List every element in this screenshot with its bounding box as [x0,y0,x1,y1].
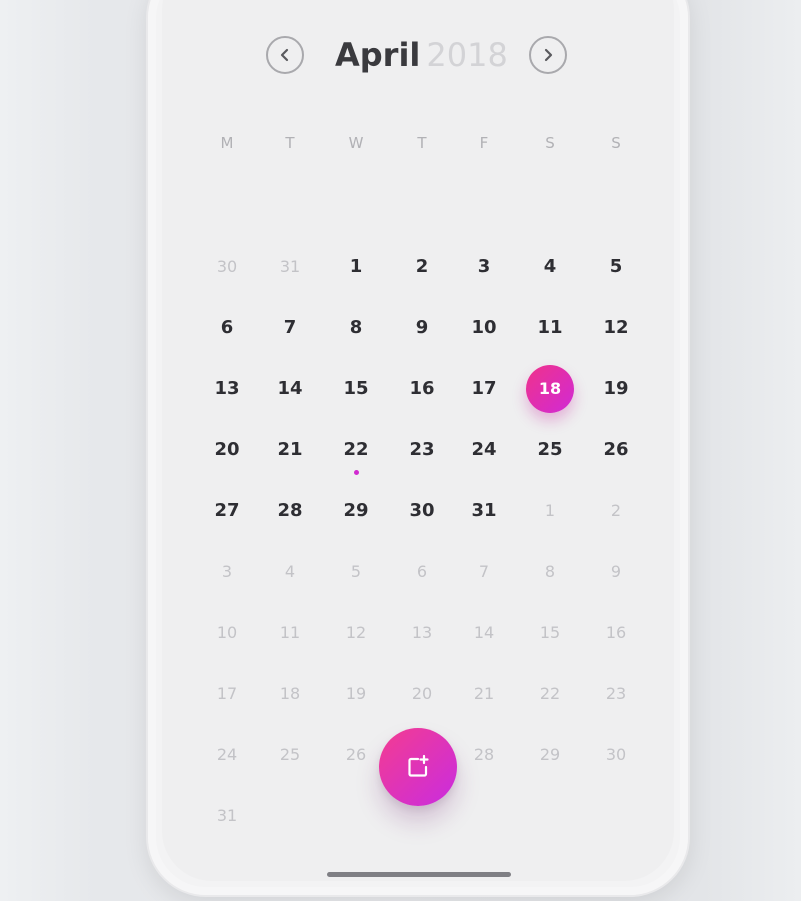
calendar-day[interactable]: 29 [332,496,380,526]
chevron-left-icon [280,48,289,62]
calendar-day[interactable]: 23 [398,435,446,465]
calendar-day[interactable]: 5 [332,557,380,587]
calendar-day[interactable]: 6 [203,313,251,343]
calendar-day[interactable]: 1 [526,496,574,526]
add-event-icon [408,754,429,777]
calendar-header: April 2018 [0,30,801,82]
calendar-day[interactable]: 21 [266,435,314,465]
calendar-day[interactable]: 12 [332,618,380,648]
calendar-day[interactable]: 1 [332,252,380,282]
calendar-day[interactable]: 10 [460,313,508,343]
calendar-day[interactable]: 8 [526,557,574,587]
year-label: 2018 [426,36,508,74]
weekday-label: T [285,134,295,152]
calendar-day[interactable]: 20 [398,679,446,709]
calendar-day[interactable]: 7 [460,557,508,587]
calendar-day[interactable]: 12 [592,313,640,343]
calendar-day[interactable]: 17 [460,374,508,404]
calendar-day[interactable]: 31 [266,252,314,282]
calendar-day[interactable]: 16 [398,374,446,404]
calendar-day[interactable]: 15 [526,618,574,648]
event-indicator-dot [353,470,359,475]
calendar-day[interactable]: 26 [332,740,380,770]
calendar-day[interactable]: 31 [203,801,251,831]
calendar-day[interactable]: 19 [592,374,640,404]
calendar-day[interactable]: 10 [203,618,251,648]
calendar-day[interactable]: 30 [592,740,640,770]
calendar-day[interactable]: 17 [203,679,251,709]
calendar-day[interactable]: 8 [332,313,380,343]
calendar-day[interactable]: 11 [266,618,314,648]
month-label: April [335,36,421,74]
calendar-day[interactable]: 16 [592,618,640,648]
calendar-day[interactable]: 13 [398,618,446,648]
calendar-day[interactable]: 3 [460,252,508,282]
calendar-day[interactable]: 3 [203,557,251,587]
calendar-day[interactable]: 25 [266,740,314,770]
calendar-day[interactable]: 4 [266,557,314,587]
calendar-day[interactable]: 6 [398,557,446,587]
weekday-label: M [220,134,234,152]
chevron-right-icon [544,48,553,62]
calendar-day[interactable]: 31 [460,496,508,526]
calendar-day[interactable]: 29 [526,740,574,770]
calendar-day[interactable]: 30 [398,496,446,526]
next-month-button[interactable] [529,36,567,74]
calendar-day[interactable]: 28 [266,496,314,526]
calendar-day[interactable]: 23 [592,679,640,709]
calendar-day[interactable]: 2 [592,496,640,526]
calendar-day[interactable]: 21 [460,679,508,709]
calendar-day[interactable]: 18 [266,679,314,709]
calendar-day[interactable]: 14 [460,618,508,648]
calendar-day[interactable]: 15 [332,374,380,404]
calendar-day[interactable]: 25 [526,435,574,465]
calendar-day[interactable]: 30 [203,252,251,282]
calendar-day[interactable]: 11 [526,313,574,343]
calendar-day[interactable]: 14 [266,374,314,404]
calendar-day[interactable]: 4 [526,252,574,282]
prev-month-button[interactable] [266,36,304,74]
calendar-day[interactable]: 7 [266,313,314,343]
calendar-day[interactable]: 28 [460,740,508,770]
weekday-label: F [479,134,489,152]
calendar-day[interactable]: 2 [398,252,446,282]
calendar-day[interactable]: 22 [332,435,380,465]
calendar-day[interactable]: 9 [398,313,446,343]
calendar-day[interactable]: 22 [526,679,574,709]
selected-day[interactable]: 18 [526,365,574,413]
calendar-day[interactable]: 26 [592,435,640,465]
weekday-label: T [417,134,427,152]
month-year-title: April 2018 [335,32,508,78]
calendar-day[interactable]: 24 [460,435,508,465]
calendar-day[interactable]: 5 [592,252,640,282]
calendar-day[interactable]: 13 [203,374,251,404]
weekday-label: W [348,134,364,152]
calendar-day[interactable]: 27 [203,496,251,526]
calendar-day[interactable]: 20 [203,435,251,465]
calendar-day[interactable]: 9 [592,557,640,587]
weekday-label: S [545,134,555,152]
add-event-button[interactable] [379,728,457,806]
calendar-day[interactable]: 24 [203,740,251,770]
home-indicator [327,872,511,877]
weekday-label: S [611,134,621,152]
calendar-day[interactable]: 19 [332,679,380,709]
